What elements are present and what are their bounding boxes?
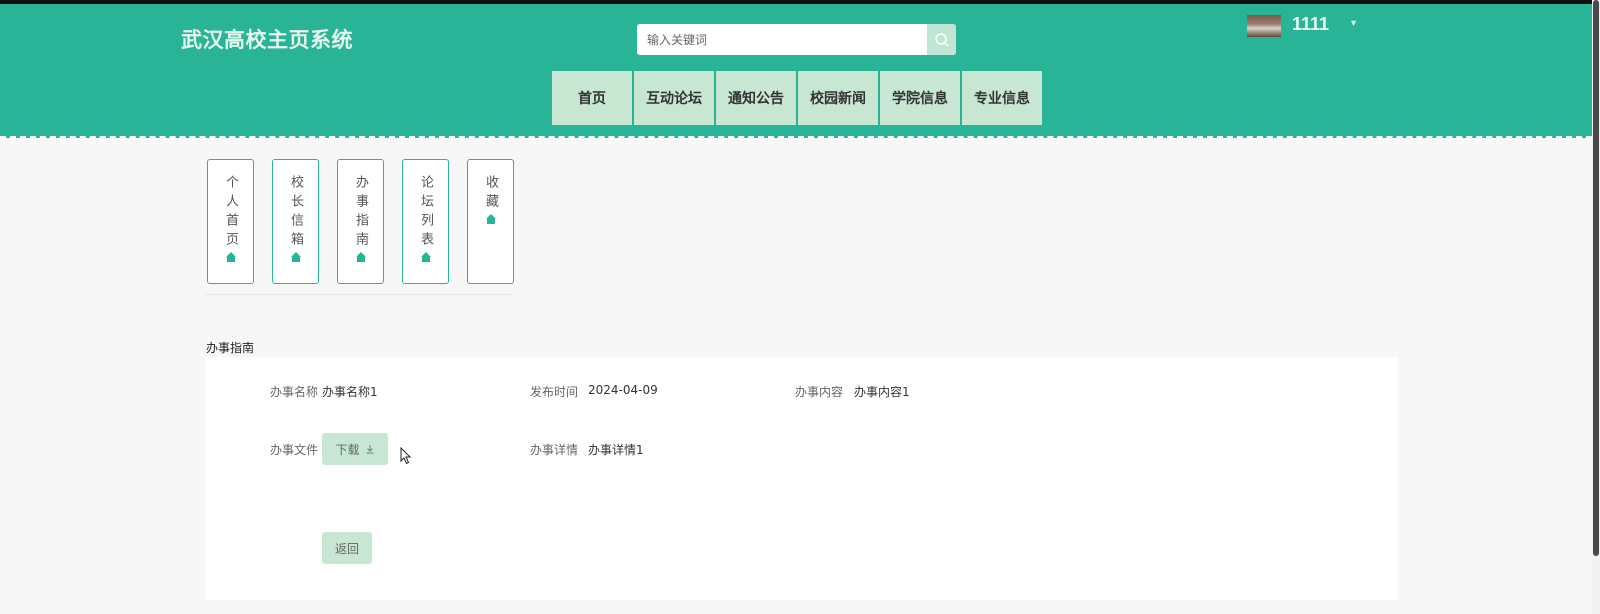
name-value: 办事名称1 [322,385,378,399]
main-nav: 首页 互动论坛 通知公告 校园新闻 学院信息 专业信息 [552,71,1042,125]
nav-item-campus-news[interactable]: 校园新闻 [798,71,878,125]
download-button-label: 下载 [335,442,360,457]
section-title: 办事指南 [206,341,255,355]
publish-time-label: 发布时间 [529,385,578,399]
content-value: 办事内容1 [854,385,910,399]
detail-value: 办事详情1 [588,443,644,457]
content-label: 办事内容 [794,385,843,399]
home-icon [290,252,301,262]
mouse-cursor-icon [400,447,412,465]
menu-item-favorites[interactable]: 收藏 [467,159,514,284]
detail-label: 办事详情 [529,443,578,457]
file-label: 办事文件 [269,443,318,457]
download-button[interactable]: 下载 [322,433,388,465]
detail-panel: 办事名称 办事名称1 发布时间 2024-04-09 办事内容 办事内容1 办事… [206,357,1398,600]
nav-item-major-info[interactable]: 专业信息 [962,71,1042,125]
download-icon [366,445,373,454]
menu-item-president-mailbox[interactable]: 校长信箱 [272,159,319,284]
nav-item-forum[interactable]: 互动论坛 [634,71,714,125]
nav-item-notice[interactable]: 通知公告 [716,71,796,125]
search-button[interactable] [927,24,956,55]
home-icon [485,214,496,224]
menu-item-label: 论坛列表 [418,175,433,251]
menu-item-personal-home[interactable]: 个人首页 [207,159,254,284]
home-icon [420,252,431,262]
chevron-down-icon[interactable]: ▾ [1351,18,1356,29]
menu-item-label: 个人首页 [223,175,238,251]
menu-item-forum-list[interactable]: 论坛列表 [402,159,449,284]
publish-time-value: 2024-04-09 [588,383,658,397]
divider [205,294,512,295]
menu-item-service-guide[interactable]: 办事指南 [337,159,384,284]
menu-item-label: 办事指南 [353,175,368,251]
site-title: 武汉高校主页系统 [181,28,353,52]
search-icon [934,32,949,47]
menu-item-label: 校长信箱 [288,175,303,251]
search-input[interactable] [637,24,919,55]
nav-item-home[interactable]: 首页 [552,71,632,125]
scrollbar[interactable] [1592,0,1600,614]
home-icon [355,252,366,262]
username[interactable]: 1111 [1292,14,1329,35]
nav-item-college-info[interactable]: 学院信息 [880,71,960,125]
home-icon [225,252,236,262]
menu-item-label: 收藏 [483,175,498,213]
scrollbar-thumb[interactable] [1593,0,1599,556]
search-box [637,24,956,55]
header-dashed-border [0,136,1592,138]
back-button[interactable]: 返回 [322,532,372,564]
header-bar: 武汉高校主页系统 1111 ▾ 首页 互动论坛 通知公告 校园新闻 学院信息 专… [0,4,1600,138]
name-label: 办事名称 [269,385,318,399]
avatar[interactable] [1247,15,1281,37]
